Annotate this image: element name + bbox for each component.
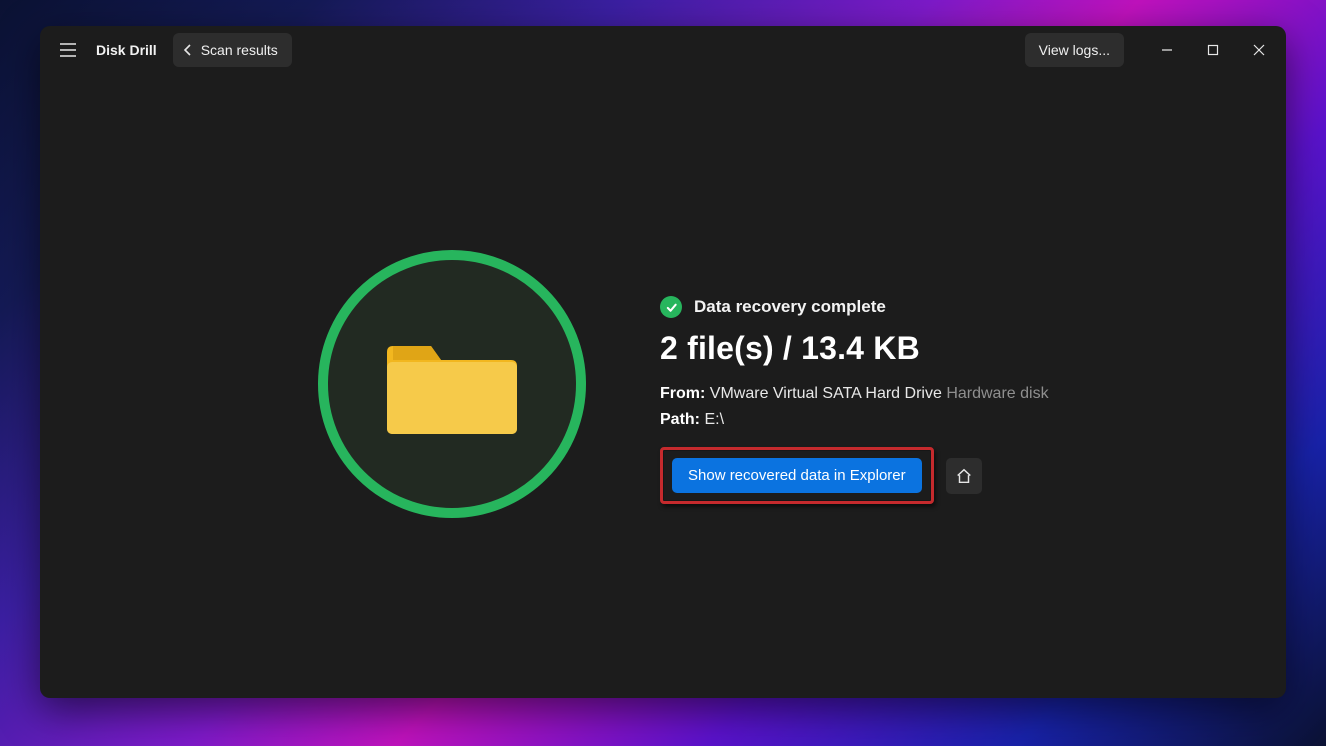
path-value: E:\ [704, 411, 724, 428]
result-headline: 2 file(s) / 13.4 KB [660, 330, 1049, 367]
path-label: Path: [660, 411, 700, 428]
status-row: Data recovery complete [660, 296, 1049, 318]
breadcrumb-chip[interactable]: Scan results [173, 33, 292, 67]
from-label: From: [660, 385, 705, 402]
titlebar: Disk Drill Scan results View logs... [40, 26, 1286, 74]
hamburger-icon [59, 43, 77, 57]
result-panel: Data recovery complete 2 file(s) / 13.4 … [660, 296, 1049, 504]
home-icon [955, 467, 973, 485]
show-in-explorer-button[interactable]: Show recovered data in Explorer [672, 458, 922, 493]
maximize-icon [1207, 44, 1219, 56]
close-icon [1253, 44, 1265, 56]
app-title: Disk Drill [96, 42, 157, 58]
minimize-icon [1161, 44, 1173, 56]
highlight-annotation: Show recovered data in Explorer [660, 447, 934, 504]
content-stage: Data recovery complete 2 file(s) / 13.4 … [40, 74, 1286, 698]
chevron-left-icon [181, 43, 195, 57]
action-row: Show recovered data in Explorer [660, 447, 1049, 504]
path-line: Path: E:\ [660, 411, 1049, 429]
from-line: From: VMware Virtual SATA Hard Drive Har… [660, 385, 1049, 403]
status-text: Data recovery complete [694, 297, 886, 317]
breadcrumb-label: Scan results [201, 42, 278, 58]
view-logs-button[interactable]: View logs... [1025, 33, 1124, 67]
close-button[interactable] [1236, 26, 1282, 74]
check-badge [660, 296, 682, 318]
folder-icon [383, 328, 521, 440]
result-illustration [318, 250, 586, 518]
app-window: Disk Drill Scan results View logs... [40, 26, 1286, 698]
check-icon [665, 301, 678, 314]
window-controls [1144, 26, 1282, 74]
minimize-button[interactable] [1144, 26, 1190, 74]
view-logs-label: View logs... [1039, 42, 1110, 58]
from-type: Hardware disk [946, 385, 1048, 402]
maximize-button[interactable] [1190, 26, 1236, 74]
from-value: VMware Virtual SATA Hard Drive [710, 385, 942, 402]
home-button[interactable] [946, 458, 982, 494]
menu-button[interactable] [50, 32, 86, 68]
